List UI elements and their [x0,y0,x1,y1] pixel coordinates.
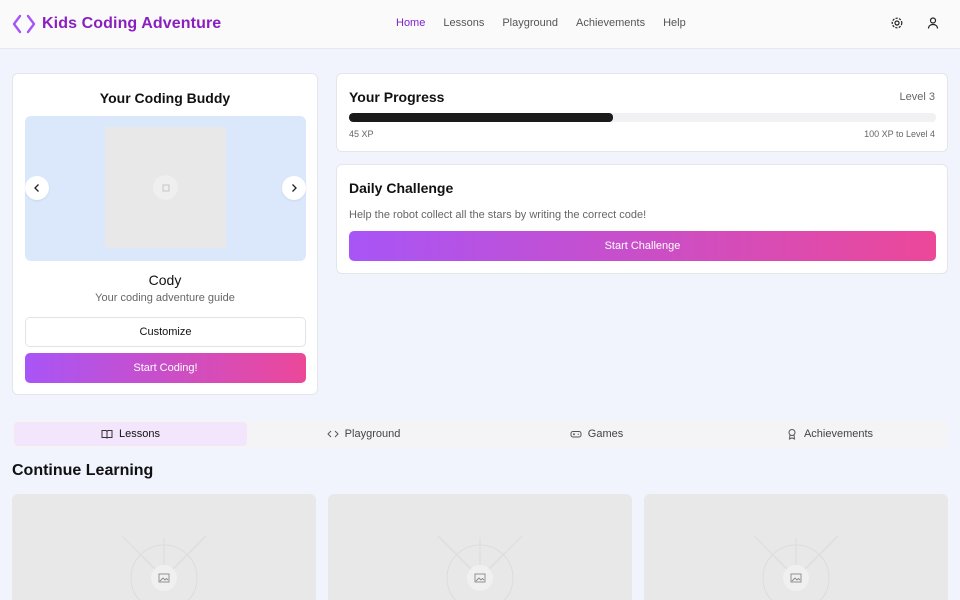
start-challenge-button[interactable]: Start Challenge [349,231,936,261]
image-placeholder-icon [153,175,178,200]
award-icon [788,429,796,440]
level-label: Level 3 [899,91,935,103]
nav-achievements[interactable]: Achievements [576,17,645,29]
code-brackets-icon [12,14,36,34]
tab-achievements-label: Achievements [803,428,874,440]
buddy-name: Cody [148,272,182,288]
start-coding-button[interactable]: Start Coding! [25,353,306,383]
brand[interactable]: Kids Coding Adventure [12,13,221,35]
xp-label: 45 XP [349,129,374,139]
buddy-carousel [25,116,306,261]
continue-learning-title: Continue Learning [12,462,154,479]
code-icon [326,430,339,438]
gamepad-icon [570,431,582,438]
buddy-card-title: Your Coding Buddy [99,90,231,106]
tab-games-label: Games [587,428,624,440]
nav-help[interactable]: Help [663,17,686,29]
app-header: Kids Coding Adventure Home Lessons Playg… [0,0,960,49]
progress-card: Your Progress Level 3 45 XP 100 XP to Le… [336,73,948,152]
buddy-image [105,127,226,248]
tab-achievements[interactable]: Achievements [713,422,946,446]
tab-lessons[interactable]: Lessons [14,422,247,446]
image-placeholder-icon [437,535,523,600]
user-icon[interactable] [926,16,940,30]
book-icon [101,430,113,439]
nav-home[interactable]: Home [396,17,425,29]
tab-playground[interactable]: Playground [247,422,480,446]
daily-challenge-title: Daily Challenge [349,180,454,196]
nav-playground[interactable]: Playground [502,17,558,29]
next-level-label: 100 XP to Level 4 [864,129,935,139]
carousel-next-button[interactable] [282,176,306,200]
image-placeholder-icon [753,535,839,600]
settings-icon[interactable] [890,16,904,30]
image-icon [790,573,802,583]
tab-lessons-label: Lessons [119,428,160,440]
image-placeholder-icon [121,535,207,600]
chevron-right-icon [292,184,297,192]
image-icon [474,573,486,583]
buddy-description: Your coding adventure guide [95,292,235,304]
tab-games[interactable]: Games [480,422,713,446]
daily-challenge-description: Help the robot collect all the stars by … [349,209,647,221]
progress-bar [349,113,936,122]
tab-playground-label: Playground [344,428,401,440]
section-tabs: Lessons Playground Games Achievements [12,420,948,448]
image-icon [158,573,170,583]
daily-challenge-card: Daily Challenge Help the robot collect a… [336,164,948,274]
customize-button[interactable]: Customize [25,317,306,347]
progress-bar-fill [349,113,614,122]
progress-title: Your Progress [349,89,445,105]
lesson-card[interactable] [12,494,316,600]
lesson-card[interactable] [644,494,948,600]
app-title: Kids Coding Adventure [42,15,222,32]
main-nav: Home Lessons Playground Achievements Hel… [396,17,704,29]
carousel-prev-button[interactable] [25,176,49,200]
nav-lessons[interactable]: Lessons [443,17,484,29]
chevron-left-icon [34,184,39,192]
coding-buddy-card: Your Coding Buddy Cody Your coding adven… [12,73,318,395]
lesson-card[interactable] [328,494,632,600]
